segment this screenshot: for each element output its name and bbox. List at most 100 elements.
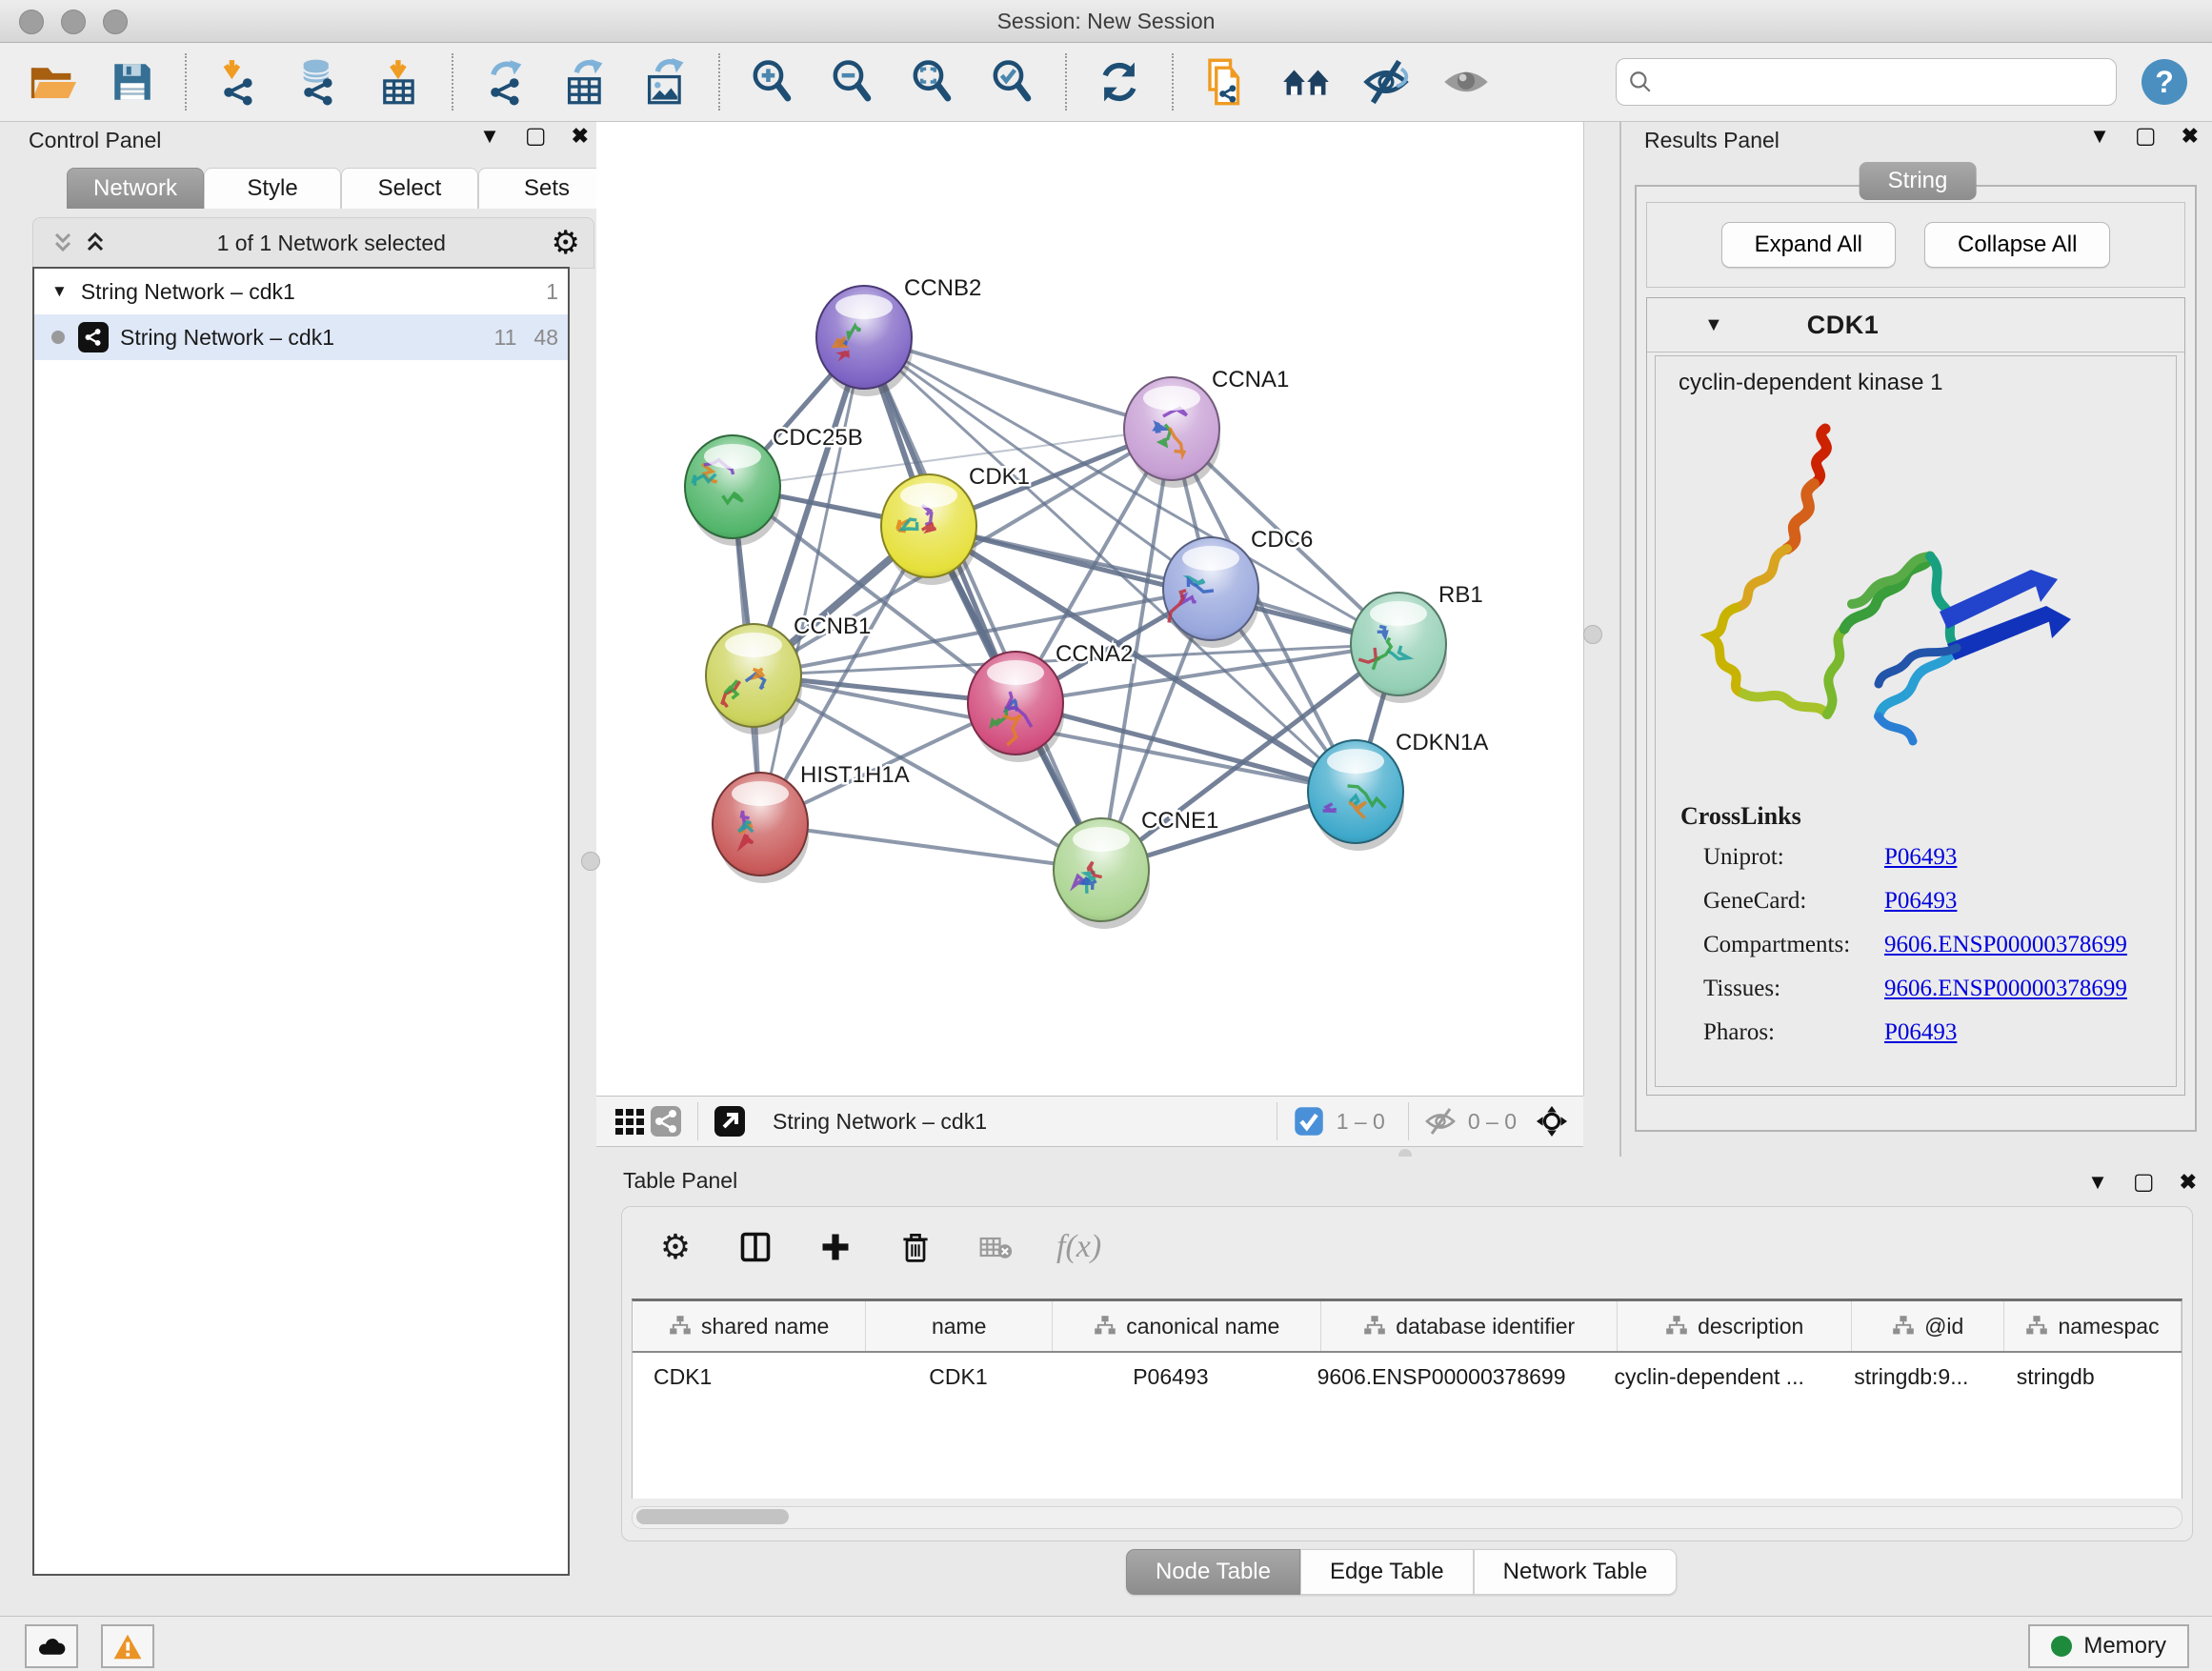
help-button[interactable]: ? [2142, 59, 2187, 105]
export-image-icon[interactable] [640, 56, 692, 108]
export-table-icon[interactable] [560, 56, 612, 108]
control-panel-title: Control Panel [29, 128, 161, 153]
node-CDC25B[interactable]: CDC25B [685, 425, 863, 546]
open-in-new-window-icon[interactable] [712, 1103, 748, 1139]
cloud-status-button[interactable] [25, 1624, 78, 1668]
save-session-icon[interactable] [107, 56, 158, 108]
show-columns-icon[interactable] [736, 1228, 774, 1266]
import-network-icon[interactable] [213, 56, 265, 108]
crosslink-link[interactable]: 9606.ENSP00000378699 [1884, 932, 2127, 958]
edge-HIST1H1A-CCNE1[interactable] [760, 824, 1101, 870]
column-header-canonical-name[interactable]: canonical name [1053, 1301, 1321, 1351]
node-table-row[interactable]: CDK1CDK1P064939606.ENSP00000378699cyclin… [633, 1353, 2182, 1400]
right-splitter-handle[interactable] [1583, 625, 1602, 644]
node-RB1[interactable]: RB1 [1351, 582, 1483, 703]
table-panel-maximize-icon[interactable]: ▢ [2133, 1168, 2155, 1196]
export-network-icon[interactable] [480, 56, 532, 108]
tab-node-table[interactable]: Node Table [1126, 1549, 1300, 1595]
memory-button[interactable]: Memory [2028, 1624, 2189, 1668]
expand-all-networks-icon[interactable] [79, 229, 111, 257]
node-CDC6[interactable]: CDC6 [1163, 527, 1313, 648]
zoom-out-icon[interactable] [827, 56, 878, 108]
table-panel-float-icon[interactable]: ▼ [2087, 1170, 2108, 1195]
tab-select[interactable]: Select [341, 168, 478, 209]
tab-network[interactable]: Network [67, 168, 204, 209]
column-header-name[interactable]: name [866, 1301, 1053, 1351]
crosslink-link[interactable]: 9606.ENSP00000378699 [1884, 976, 2127, 1002]
cell-canonical-name[interactable]: P06493 [1045, 1353, 1296, 1400]
column-header--id[interactable]: @id [1852, 1301, 2004, 1351]
results-panel-close-icon[interactable]: ✖ [2182, 124, 2199, 149]
table-panel-close-icon[interactable]: ✖ [2180, 1170, 2197, 1195]
column-header-namespac[interactable]: namespac [2004, 1301, 2182, 1351]
control-panel-float-icon[interactable]: ▼ [479, 124, 500, 149]
results-panel-float-icon[interactable]: ▼ [2089, 124, 2110, 149]
function-builder-icon[interactable]: f(x) [1056, 1229, 1101, 1265]
network-canvas[interactable]: CCNB2CCNA1CDC25BCDK1CDC6RB1CCNB1CCNA2CDK… [596, 122, 1584, 1096]
control-panel-close-icon[interactable]: ✖ [572, 124, 589, 149]
collection-expander-icon[interactable]: ▼ [51, 282, 68, 301]
fit-content-crosshair-icon[interactable] [1534, 1103, 1570, 1139]
zoom-in-icon[interactable] [747, 56, 798, 108]
crosslink-link[interactable]: P06493 [1884, 1019, 1957, 1046]
node-HIST1H1A[interactable]: HIST1H1A [713, 762, 910, 883]
node-CDKN1A[interactable]: CDKN1A [1308, 730, 1488, 851]
delete-column-trash-icon[interactable] [896, 1228, 935, 1266]
search-input[interactable] [1660, 69, 2104, 95]
first-neighbors-icon[interactable] [1280, 56, 1332, 108]
tab-edge-table[interactable]: Edge Table [1300, 1549, 1474, 1595]
gene-expander-icon[interactable]: ▼ [1704, 314, 1723, 336]
results-tab-string[interactable]: String [1860, 162, 1977, 200]
cell-name[interactable]: CDK1 [872, 1353, 1045, 1400]
refresh-layout-icon[interactable] [1094, 56, 1145, 108]
column-header-database-identifier[interactable]: database identifier [1321, 1301, 1618, 1351]
results-panel-maximize-icon[interactable]: ▢ [2135, 122, 2157, 150]
show-all-icon[interactable] [1440, 56, 1492, 108]
tab-sets[interactable]: Sets [478, 168, 615, 209]
column-header-shared-name[interactable]: shared name [633, 1301, 866, 1351]
network-row-selected[interactable]: String Network – cdk1 11 48 [34, 314, 568, 360]
birds-eye-grid-icon[interactable] [612, 1103, 648, 1139]
import-database-icon[interactable] [293, 56, 345, 108]
selected-checkbox-icon[interactable] [1291, 1103, 1327, 1139]
crosslink-link[interactable]: P06493 [1884, 844, 1957, 871]
expand-all-button[interactable]: Expand All [1721, 222, 1896, 268]
table-options-gear-icon[interactable]: ⚙ [656, 1228, 694, 1266]
search-box[interactable] [1616, 58, 2117, 106]
hide-selected-icon[interactable] [1360, 56, 1412, 108]
create-column-plus-icon[interactable] [816, 1228, 855, 1266]
delete-table-icon[interactable] [976, 1228, 1015, 1266]
collapse-all-networks-icon[interactable] [47, 229, 79, 257]
open-session-icon[interactable] [27, 56, 78, 108]
cell-namespac[interactable]: stringdb [1996, 1353, 2182, 1400]
cell-database-identifier[interactable]: 9606.ENSP00000378699 [1297, 1353, 1594, 1400]
control-panel-maximize-icon[interactable]: ▢ [525, 122, 547, 150]
import-table-icon[interactable] [373, 56, 425, 108]
zoom-selected-icon[interactable] [987, 56, 1038, 108]
edge-CCNB2-CCNE1[interactable] [864, 337, 1101, 870]
gene-section-header[interactable]: ▼ CDK1 [1647, 298, 2184, 352]
zoom-fit-icon[interactable] [907, 56, 958, 108]
cell-shared-name[interactable]: CDK1 [633, 1353, 872, 1400]
edge-CCNB2-HIST1H1A[interactable] [760, 337, 864, 824]
left-splitter-handle[interactable] [581, 852, 600, 871]
collapse-all-button[interactable]: Collapse All [1924, 222, 2110, 268]
table-horizontal-scrollbar[interactable] [632, 1506, 2182, 1529]
node-CCNA1[interactable]: CCNA1 [1124, 367, 1289, 488]
node-CCNE1[interactable]: CCNE1 [1054, 808, 1218, 929]
network-collection-row[interactable]: ▼ String Network – cdk1 1 [34, 269, 568, 314]
tab-style[interactable]: Style [204, 168, 341, 209]
cell--id[interactable]: stringdb:9... [1833, 1353, 1996, 1400]
column-header-description[interactable]: description [1618, 1301, 1852, 1351]
scrollbar-thumb[interactable] [636, 1509, 789, 1524]
hidden-eye-icon[interactable] [1422, 1103, 1458, 1139]
crosslink-link[interactable]: P06493 [1884, 888, 1957, 915]
warnings-button[interactable] [101, 1624, 154, 1668]
node-CCNB2[interactable]: CCNB2 [816, 275, 981, 396]
string-network-graph[interactable]: CCNB2CCNA1CDC25BCDK1CDC6RB1CCNB1CCNA2CDK… [596, 122, 1583, 1096]
tab-network-table[interactable]: Network Table [1474, 1549, 1678, 1595]
network-snapshot-icon[interactable] [1200, 56, 1252, 108]
cell-description[interactable]: cyclin-dependent ... [1593, 1353, 1833, 1400]
string-badge-icon[interactable] [648, 1103, 684, 1139]
network-options-gear-icon[interactable]: ⚙ [552, 229, 580, 257]
